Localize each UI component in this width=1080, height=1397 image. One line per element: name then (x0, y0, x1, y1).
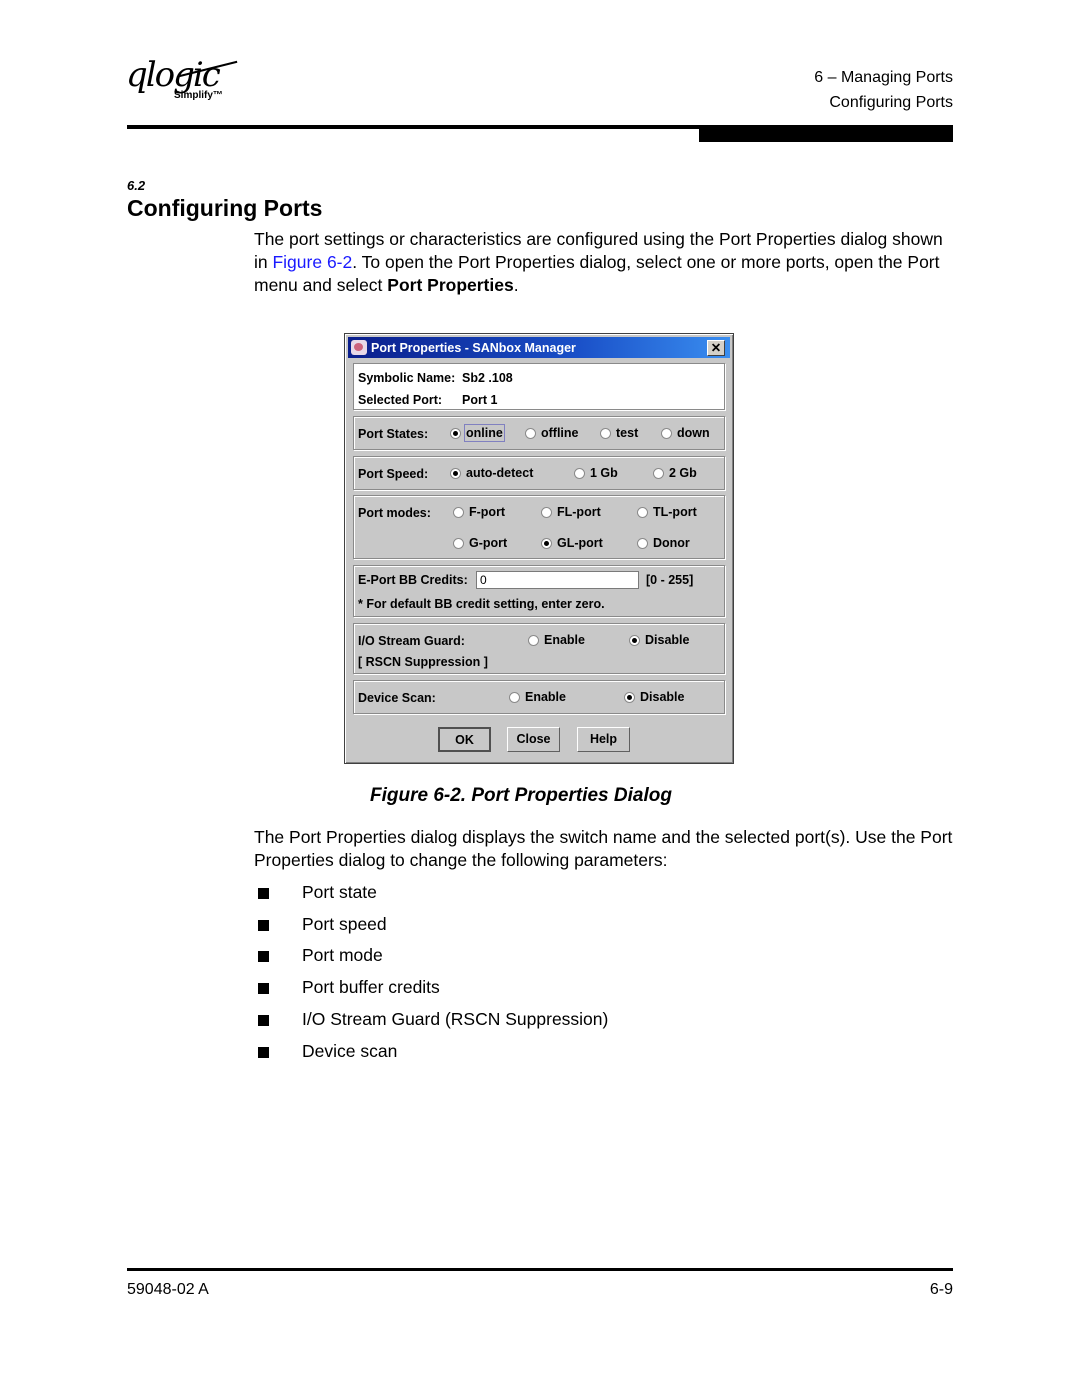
list-item: Port mode (254, 945, 754, 969)
radio-icon (525, 427, 536, 439)
radio-icon (653, 467, 664, 479)
logo-wordmark: qlogic (126, 55, 221, 95)
radio-speed-2gb[interactable]: 2 Gb (653, 466, 697, 480)
figure-link[interactable]: Figure 6-2 (272, 252, 352, 272)
radio-state-online[interactable]: online (450, 424, 505, 442)
device-scan-label: Device Scan: (358, 691, 436, 705)
list-item: Port buffer credits (254, 977, 754, 1001)
radio-icon (637, 506, 648, 518)
radio-mode-f-port[interactable]: F-port (453, 505, 505, 519)
radio-icon (453, 537, 464, 549)
radio-icon (509, 691, 520, 703)
radio-icon (600, 427, 611, 439)
port-properties-dialog: Port Properties - SANbox Manager ✕ Symbo… (344, 333, 734, 764)
port-modes-group: Port modes: F-port FL-port TL-port G-por… (353, 495, 725, 559)
radio-speed-1gb[interactable]: 1 Gb (574, 466, 618, 480)
radio-scan-enable[interactable]: Enable (509, 690, 566, 704)
bullet-icon (258, 983, 269, 994)
bullet-icon (258, 888, 269, 899)
close-button[interactable]: Close (507, 727, 560, 752)
radio-mode-donor[interactable]: Donor (637, 536, 690, 550)
list-item: Port speed (254, 914, 754, 938)
chapter-title: 6 – Managing Ports (814, 69, 953, 86)
radio-selected-icon (624, 691, 635, 703)
radio-icon (637, 537, 648, 549)
header-block (699, 125, 953, 142)
page-number: 6-9 (929, 1281, 953, 1298)
port-info-group: Symbolic Name: Sb2 .108 Selected Port: P… (353, 363, 725, 410)
selected-port-value: Port 1 (462, 393, 498, 407)
bb-credits-group: E-Port BB Credits: 0 [0 - 255] * For def… (353, 565, 725, 617)
port-states-label: Port States: (358, 427, 429, 441)
symbolic-name-label: Symbolic Name: (358, 371, 456, 385)
radio-icon (453, 506, 464, 518)
radio-icon (541, 506, 552, 518)
selected-port-label: Selected Port: (358, 393, 443, 407)
radio-speed-auto[interactable]: auto-detect (450, 466, 533, 480)
port-modes-label: Port modes: (358, 506, 431, 520)
intro-paragraph: The port settings or characteristics are… (254, 228, 954, 297)
bullet-icon (258, 920, 269, 931)
radio-state-test[interactable]: test (600, 426, 638, 440)
body-paragraph: The Port Properties dialog displays the … (254, 827, 953, 870)
bb-credits-label: E-Port BB Credits: (358, 573, 468, 587)
bb-credits-range: [0 - 255] (646, 573, 694, 587)
device-scan-group: Device Scan: Enable Disable (353, 680, 725, 714)
bb-credits-note: * For default BB credit setting, enter z… (358, 597, 605, 611)
radio-isg-enable[interactable]: Enable (528, 633, 585, 647)
radio-mode-fl-port[interactable]: FL-port (541, 505, 601, 519)
rscn-suppression-label: [ RSCN Suppression ] (358, 655, 488, 669)
list-item: I/O Stream Guard (RSCN Suppression) (254, 1009, 754, 1033)
bb-credits-input[interactable]: 0 (476, 571, 639, 589)
port-speed-label: Port Speed: (358, 467, 429, 481)
radio-selected-icon (541, 537, 552, 549)
io-stream-guard-label: I/O Stream Guard: (358, 634, 465, 648)
section-number: 6.2 (127, 178, 146, 193)
radio-state-down[interactable]: down (661, 426, 710, 440)
dialog-titlebar[interactable]: Port Properties - SANbox Manager ✕ (348, 337, 730, 358)
radio-icon (574, 467, 585, 479)
radio-mode-gl-port[interactable]: GL-port (541, 536, 603, 550)
section-title-header: Configuring Ports (829, 93, 953, 111)
io-stream-guard-group: I/O Stream Guard: Enable Disable [ RSCN … (353, 623, 725, 674)
logo-tagline: Simplify™ (174, 90, 223, 101)
list-item: Port state (254, 882, 754, 906)
close-icon[interactable]: ✕ (707, 340, 725, 356)
intro-text-2: . To open the Port Properties dialog, se… (254, 252, 940, 295)
bullet-icon (258, 1015, 269, 1026)
intro-text-3: . (513, 275, 519, 295)
radio-icon (528, 634, 539, 646)
radio-mode-g-port[interactable]: G-port (453, 536, 507, 550)
help-button[interactable]: Help (577, 727, 630, 752)
port-states-group: Port States: online offline test down (353, 416, 725, 450)
intro-bold: Port Properties (387, 275, 514, 295)
figure-caption: Figure 6-2. Port Properties Dialog (370, 785, 672, 806)
bullet-icon (258, 951, 269, 962)
qlogic-logo: qlogic Simplify™ (126, 55, 238, 118)
radio-state-offline[interactable]: offline (525, 426, 579, 440)
radio-selected-icon (450, 467, 461, 479)
radio-scan-disable[interactable]: Disable (624, 690, 684, 704)
radio-icon (661, 427, 672, 439)
radio-mode-tl-port[interactable]: TL-port (637, 505, 697, 519)
symbolic-name-value: Sb2 .108 (462, 371, 513, 385)
app-icon (351, 340, 367, 355)
radio-isg-disable[interactable]: Disable (629, 633, 689, 647)
list-item: Device scan (254, 1041, 754, 1065)
running-header: 6 – Managing Ports Configuring Ports (814, 66, 953, 115)
radio-selected-icon (629, 634, 640, 646)
port-speed-group: Port Speed: auto-detect 1 Gb 2 Gb (353, 456, 725, 490)
ok-button[interactable]: OK (438, 727, 491, 752)
radio-selected-icon (450, 427, 461, 439)
document-number: 59048-02 A (127, 1281, 209, 1298)
dialog-title: Port Properties - SANbox Manager (371, 341, 576, 355)
footer-rule (127, 1268, 953, 1271)
section-heading: Configuring Ports (127, 195, 323, 221)
bullet-icon (258, 1047, 269, 1058)
